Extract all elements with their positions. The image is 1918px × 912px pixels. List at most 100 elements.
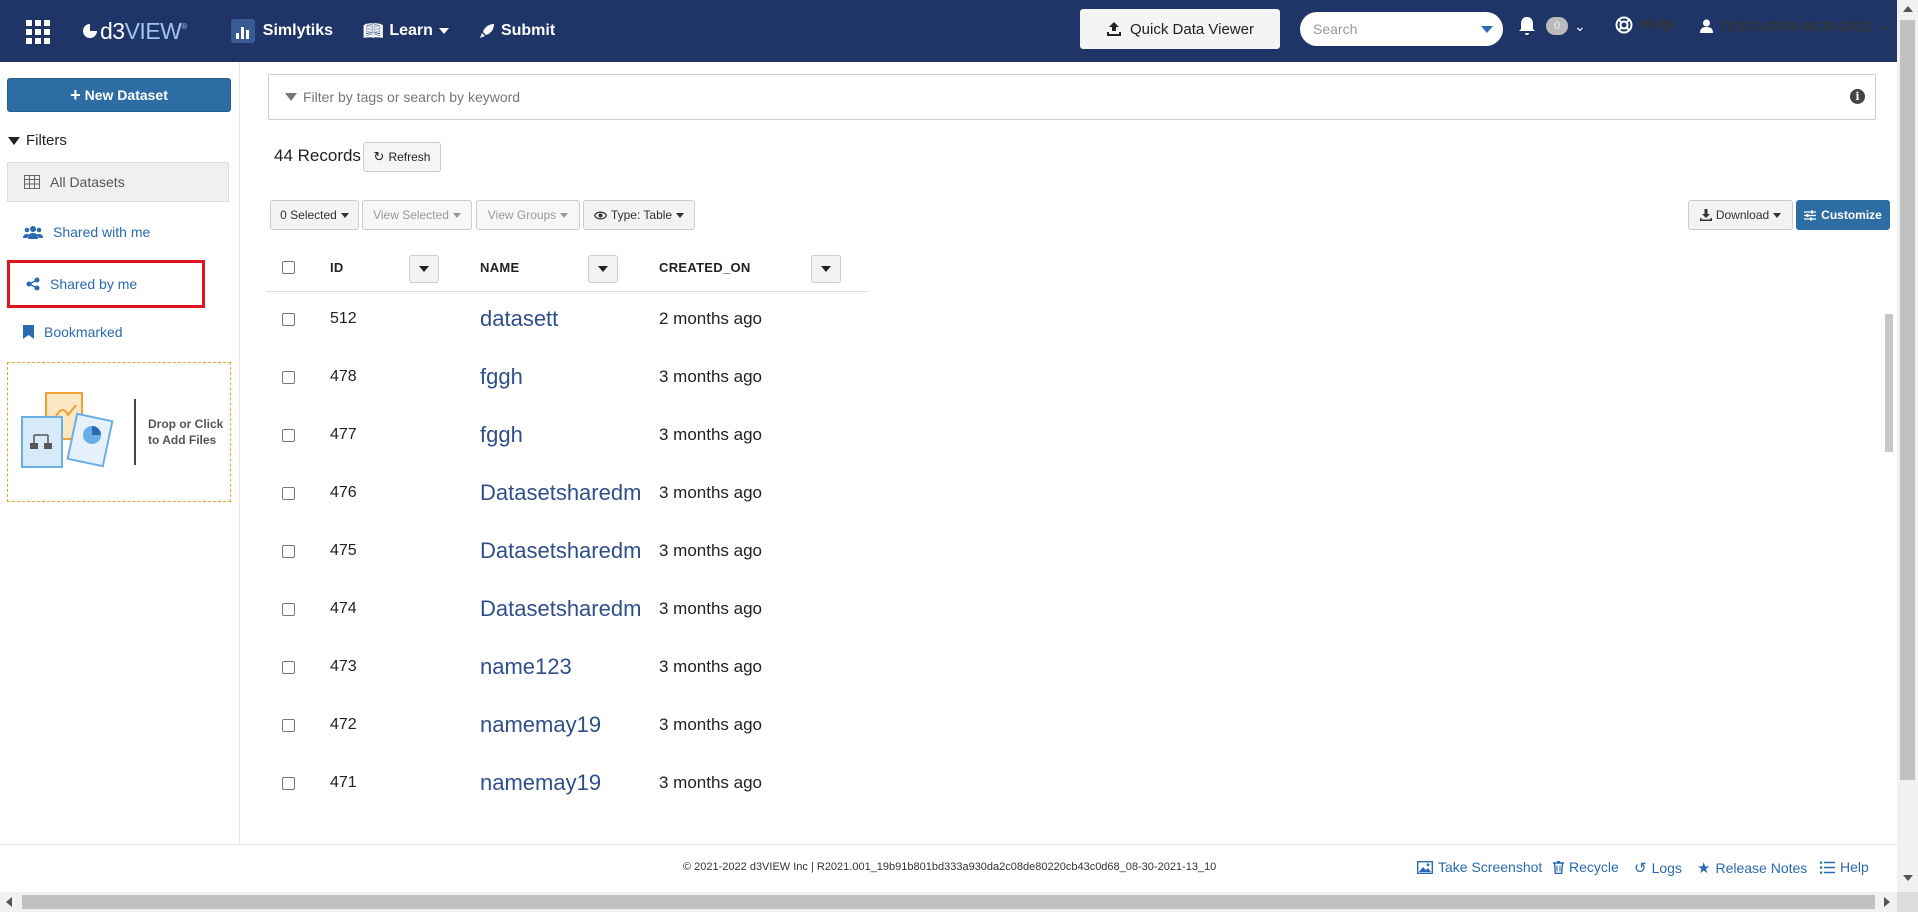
notification-chevron-icon[interactable]: ⌄ — [1574, 18, 1586, 35]
files-illustration-icon — [18, 387, 128, 477]
scroll-up-arrow-icon[interactable] — [1903, 6, 1913, 12]
nav-submit[interactable]: Submit — [479, 22, 555, 40]
created-on-column-menu-button[interactable] — [811, 255, 841, 283]
column-header-id[interactable]: ID — [330, 242, 344, 292]
refresh-button[interactable]: ↻ Refresh — [363, 142, 441, 172]
id-column-menu-button[interactable] — [409, 255, 439, 283]
sidebar-item-bookmarked[interactable]: Bookmarked — [7, 312, 229, 352]
page-horizontal-scrollbar-thumb[interactable] — [22, 895, 1875, 909]
view-selected-dropdown[interactable]: View Selected — [362, 200, 472, 230]
row-checkbox[interactable] — [282, 428, 295, 442]
footer-help-link[interactable]: Help — [1820, 859, 1869, 875]
table-row: 477 fggh 3 months ago — [266, 406, 1866, 464]
view-groups-dropdown[interactable]: View Groups — [476, 200, 580, 230]
scroll-down-arrow-icon[interactable] — [1903, 875, 1913, 881]
sliders-icon — [1804, 210, 1817, 220]
row-checkbox[interactable] — [282, 660, 295, 674]
new-dataset-label: New Dataset — [84, 87, 168, 103]
row-name-link[interactable]: Datasetsharedm — [480, 538, 641, 564]
filter-icon — [8, 136, 20, 145]
global-search-input[interactable]: Search — [1300, 12, 1503, 46]
row-checkbox[interactable] — [282, 776, 295, 790]
page-vertical-scrollbar-thumb[interactable] — [1900, 20, 1915, 780]
info-icon[interactable]: i — [1850, 89, 1865, 104]
search-placeholder: Search — [1313, 21, 1358, 37]
d3view-logo[interactable]: d3 VIEW ® — [82, 18, 187, 45]
take-screenshot-link[interactable]: Take Screenshot — [1417, 859, 1542, 875]
quick-data-viewer-button[interactable]: Quick Data Viewer — [1080, 9, 1280, 49]
row-id: 474 — [330, 600, 357, 617]
recycle-link[interactable]: Recycle — [1553, 859, 1619, 875]
dropzone-line-1: Drop or Click — [148, 417, 224, 431]
nav-simlytiks[interactable]: Simlytiks — [230, 19, 333, 43]
sidebar-item-all-datasets[interactable]: All Datasets — [7, 162, 229, 202]
row-name-link[interactable]: Datasetsharedm — [480, 596, 641, 622]
logs-label: Logs — [1651, 860, 1682, 876]
star-icon: ★ — [1697, 860, 1711, 877]
scroll-right-arrow-icon[interactable] — [1884, 897, 1890, 907]
column-header-name[interactable]: NAME — [480, 242, 519, 292]
user-menu[interactable]: TEST.USER-08-30-2021 ⌄ — [1700, 17, 1890, 34]
select-all-checkbox[interactable] — [282, 260, 295, 274]
page-vertical-scrollbar[interactable] — [1897, 0, 1918, 892]
search-dropdown-icon[interactable] — [1481, 26, 1493, 33]
customize-button[interactable]: Customize — [1796, 200, 1890, 230]
scrollbar-corner — [1897, 892, 1918, 912]
table-scrollbar-thumb[interactable] — [1885, 314, 1893, 452]
dropzone-divider — [134, 399, 136, 465]
row-name-link[interactable]: namemay19 — [480, 770, 601, 796]
release-notes-link[interactable]: ★ Release Notes — [1697, 859, 1807, 877]
tag-keyword-filter-input[interactable]: Filter by tags or search by keyword i — [268, 74, 1876, 120]
customize-label: Customize — [1821, 208, 1882, 222]
notification-count-badge[interactable]: 0 — [1546, 17, 1568, 35]
column-header-created-on[interactable]: CREATED_ON — [659, 242, 751, 292]
row-checkbox[interactable] — [282, 718, 295, 732]
table-header: ID NAME CREATED_ON — [266, 242, 868, 292]
download-dropdown[interactable]: Download — [1688, 200, 1793, 230]
row-checkbox[interactable] — [282, 544, 295, 558]
simlytiks-icon — [230, 19, 255, 43]
rocket-icon — [479, 24, 494, 38]
sidebar-item-shared-with-me[interactable]: Shared with me — [7, 212, 229, 252]
table-scrollbar[interactable] — [1883, 290, 1894, 842]
row-name-link[interactable]: fggh — [480, 364, 523, 390]
footer: © 2021-2022 d3VIEW Inc | R2021.001_19b91… — [0, 844, 1897, 892]
row-name-link[interactable]: Datasetsharedm — [480, 480, 641, 506]
row-checkbox[interactable] — [282, 602, 295, 616]
row-id: 475 — [330, 542, 357, 559]
filter-placeholder: Filter by tags or search by keyword — [303, 89, 521, 105]
file-dropzone[interactable]: Drop or Click to Add Files — [7, 362, 231, 502]
refresh-label: Refresh — [388, 150, 431, 164]
filter-icon — [285, 93, 297, 101]
row-id: 478 — [330, 368, 357, 385]
logs-link[interactable]: ↺ Logs — [1634, 859, 1682, 877]
caret-down-icon — [676, 212, 685, 218]
users-icon — [23, 226, 43, 239]
new-dataset-button[interactable]: + New Dataset — [7, 78, 231, 112]
nav-learn[interactable]: 📖︎ Learn — [363, 21, 449, 41]
book-icon: 📖︎ — [363, 23, 384, 40]
sidebar-item-shared-by-me[interactable]: Shared by me — [7, 260, 205, 308]
type-table-dropdown[interactable]: Type: Table — [583, 200, 695, 230]
row-name-link[interactable]: name123 — [480, 654, 572, 680]
row-checkbox[interactable] — [282, 370, 295, 384]
nav-help-label: Help — [1639, 16, 1674, 33]
bell-icon[interactable] — [1518, 16, 1536, 36]
row-name-link[interactable]: namemay19 — [480, 712, 601, 738]
page-horizontal-scrollbar[interactable] — [0, 892, 1897, 912]
row-name-link[interactable]: fggh — [480, 422, 523, 448]
table-icon — [24, 175, 40, 189]
nav-help[interactable]: Help — [1615, 16, 1674, 34]
row-checkbox[interactable] — [282, 312, 295, 326]
row-name-link[interactable]: datasett — [480, 306, 558, 332]
scroll-left-arrow-icon[interactable] — [6, 897, 12, 907]
row-id: 476 — [330, 484, 357, 501]
caret-down-icon — [340, 212, 349, 218]
name-column-menu-button[interactable] — [588, 255, 618, 283]
row-checkbox[interactable] — [282, 486, 295, 500]
selected-count-dropdown[interactable]: 0 Selected — [270, 200, 359, 230]
chevron-down-icon — [438, 28, 449, 34]
table-row: 472 namemay19 3 months ago — [266, 696, 1866, 754]
eye-icon — [593, 211, 607, 219]
apps-grid-icon[interactable] — [26, 20, 50, 44]
